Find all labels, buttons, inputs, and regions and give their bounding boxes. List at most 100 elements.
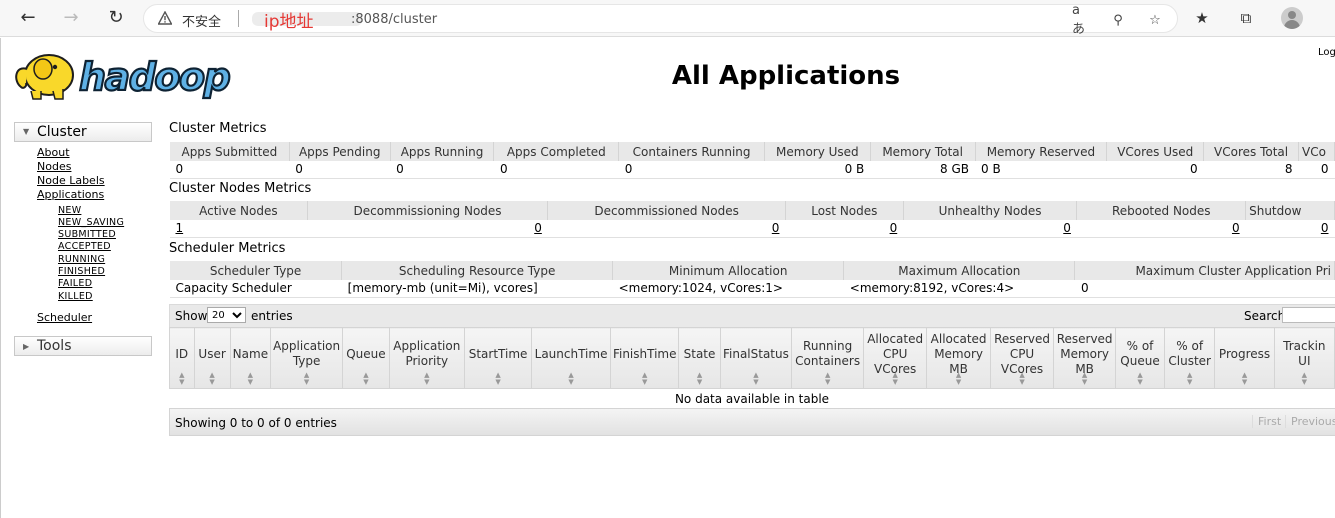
sort-icon: ▲ ▼ [1137, 371, 1143, 386]
add-favorite-icon[interactable]: ☆ [1147, 13, 1163, 28]
cluster-metrics-table: Apps Submitted Apps Pending Apps Running… [169, 142, 1335, 179]
previous-page-button[interactable]: Previous [1285, 415, 1335, 428]
applications-header-row: ID ▲ ▼ User ▲ ▼ Name ▲ ▼ Application Type ▲ ▼ Queue ▲ ▼… [169, 327, 1335, 389]
column-header[interactable]: User ▲ ▼ [193, 327, 231, 389]
column-header[interactable]: Running Containers ▲ ▼ [791, 327, 864, 389]
search-input[interactable] [1282, 307, 1335, 323]
sort-icon: ▲ ▼ [892, 371, 898, 386]
sidebar-cluster-toggle[interactable]: ▼ Cluster [14, 122, 152, 142]
column-header-label: UI [1298, 354, 1311, 368]
sidebar-state-new[interactable]: NEW [58, 205, 81, 216]
collections-icon[interactable]: ⧉ [1236, 8, 1256, 28]
column-header[interactable]: StartTime ▲ ▼ [463, 327, 533, 389]
active-nodes-link[interactable]: 1 [176, 221, 184, 235]
warning-icon [158, 11, 172, 25]
node-metrics-header-row: Active Nodes Decommissioning Nodes Decom… [169, 201, 1335, 220]
node-metrics-value-row: 1 0 0 0 0 0 0 [169, 220, 1335, 238]
page-size-select[interactable]: 20 [207, 307, 246, 323]
sort-icon: ▲ ▼ [1081, 371, 1088, 386]
metric-header: VCo [1297, 142, 1335, 161]
show-label: Show [175, 309, 208, 323]
column-header[interactable]: LaunchTime ▲ ▼ [531, 327, 611, 389]
sidebar-tools-toggle[interactable]: ▶ Tools [14, 336, 152, 356]
column-header[interactable]: Application Type ▲ ▼ [270, 327, 344, 389]
unhealthy-nodes-link[interactable]: 0 [1063, 221, 1071, 235]
forward-arrow-icon[interactable]: → [58, 6, 84, 30]
column-header[interactable]: Name ▲ ▼ [229, 327, 272, 389]
scheduler-metrics-title: Scheduler Metrics [169, 241, 286, 256]
metric-header: Apps Pending [288, 142, 391, 161]
decommissioning-nodes-link[interactable]: 0 [534, 221, 542, 235]
metric-header: Containers Running [618, 142, 765, 161]
metric-value: 8 [1203, 161, 1299, 179]
sidebar-link-applications[interactable]: Applications [37, 188, 104, 201]
apps-table-footer: Showing 0 to 0 of 0 entries First Previo… [169, 408, 1335, 436]
scheduler-metric-value: Capacity Scheduler [169, 280, 342, 298]
node-metrics-title: Cluster Nodes Metrics [169, 181, 312, 196]
column-header[interactable]: Queue ▲ ▼ [342, 327, 390, 389]
column-header[interactable]: Application Priority ▲ ▼ [388, 327, 465, 389]
metric-value: 0 [390, 161, 494, 179]
sidebar-state-failed[interactable]: FAILED [58, 278, 92, 289]
column-header-label: CPU [1009, 346, 1035, 361]
page-content: Log hadoop All Applications ▼ Cluster Ab… [0, 38, 1335, 518]
favorites-icon[interactable]: ★ [1192, 8, 1212, 28]
sidebar-state-accepted[interactable]: ACCEPTED [58, 241, 111, 252]
column-header-label: State [683, 346, 716, 361]
sort-icon: ▲ ▼ [568, 371, 574, 386]
metric-value: 0 [1298, 161, 1335, 179]
first-page-button[interactable]: First [1252, 415, 1286, 428]
column-header[interactable]: FinalStatus ▲ ▼ [719, 327, 793, 389]
metric-value: 8 GB [870, 161, 976, 179]
sidebar-link-scheduler[interactable]: Scheduler [37, 311, 92, 324]
sort-icon: ▲ ▼ [1019, 371, 1025, 386]
scheduler-metric-value: <memory:1024, vCores:1> [612, 280, 844, 298]
lost-nodes-link[interactable]: 0 [890, 221, 898, 235]
sort-icon: ▲ ▼ [824, 371, 831, 386]
read-aloud-icon[interactable]: aあ [1072, 3, 1088, 37]
rebooted-nodes-link[interactable]: 0 [1232, 221, 1240, 235]
node-metric-header: Decommissioned Nodes [547, 201, 786, 220]
metric-header: Apps Submitted [169, 142, 290, 161]
metric-value: 0 B [764, 161, 871, 179]
column-header-label: StartTime [468, 346, 528, 361]
sidebar-link-nodes[interactable]: Nodes [37, 160, 71, 173]
login-link[interactable]: Log [1318, 47, 1335, 58]
metric-value: 0 [493, 161, 619, 179]
column-header[interactable]: Trackin UI ▲ ▼ [1273, 327, 1335, 389]
column-header[interactable]: % of Queue ▲ ▼ [1115, 327, 1165, 389]
column-header[interactable]: FinishTime ▲ ▼ [609, 327, 680, 389]
reload-icon[interactable]: ↻ [103, 6, 129, 30]
sidebar-link-about[interactable]: About [37, 146, 70, 159]
scheduler-metrics-value-row: Capacity Scheduler [memory-mb (unit=Mi),… [169, 280, 1335, 298]
decommissioned-nodes-link[interactable]: 0 [772, 221, 780, 235]
column-header[interactable]: Allocated CPU VCores ▲ ▼ [862, 327, 928, 389]
zoom-icon[interactable]: ⚲ [1110, 13, 1126, 28]
column-header-label: Allocated [867, 331, 924, 346]
scheduler-metric-header: Maximum Cluster Application Pri [1074, 261, 1335, 280]
profile-avatar[interactable] [1281, 7, 1303, 29]
sidebar-link-node-labels[interactable]: Node Labels [37, 174, 105, 187]
column-header[interactable]: Allocated Memory MB ▲ ▼ [926, 327, 991, 389]
back-arrow-icon[interactable]: ← [15, 6, 41, 30]
sidebar-state-submitted[interactable]: SUBMITTED [58, 229, 116, 240]
metric-header: VCores Used [1106, 142, 1205, 161]
address-bar[interactable]: 不安全 ip地址 :8088/cluster aあ ⚲ ☆ [143, 3, 1178, 37]
column-header[interactable]: ID ▲ ▼ [169, 327, 195, 389]
node-metric-header: Active Nodes [169, 201, 308, 220]
metric-header: Apps Completed [493, 142, 620, 161]
sidebar-state-new-saving[interactable]: NEW_SAVING [58, 217, 124, 228]
sidebar-state-killed[interactable]: KILLED [58, 291, 93, 302]
column-header[interactable]: Reserved Memory MB ▲ ▼ [1053, 327, 1117, 389]
column-header[interactable]: Reserved CPU VCores ▲ ▼ [989, 327, 1055, 389]
column-header[interactable]: Progress ▲ ▼ [1214, 327, 1275, 389]
sidebar-state-running[interactable]: RUNNING [58, 254, 105, 265]
sidebar-state-finished[interactable]: FINISHED [58, 266, 105, 277]
metric-header: Memory Total [869, 142, 976, 161]
sort-icon: ▲ ▼ [247, 371, 254, 386]
column-header[interactable]: % of Cluster ▲ ▼ [1163, 327, 1216, 389]
security-status: 不安全 [182, 15, 222, 30]
column-header[interactable]: State ▲ ▼ [678, 327, 721, 389]
shutdown-nodes-link[interactable]: 0 [1321, 221, 1329, 235]
table-info: Showing 0 to 0 of 0 entries [175, 416, 337, 430]
